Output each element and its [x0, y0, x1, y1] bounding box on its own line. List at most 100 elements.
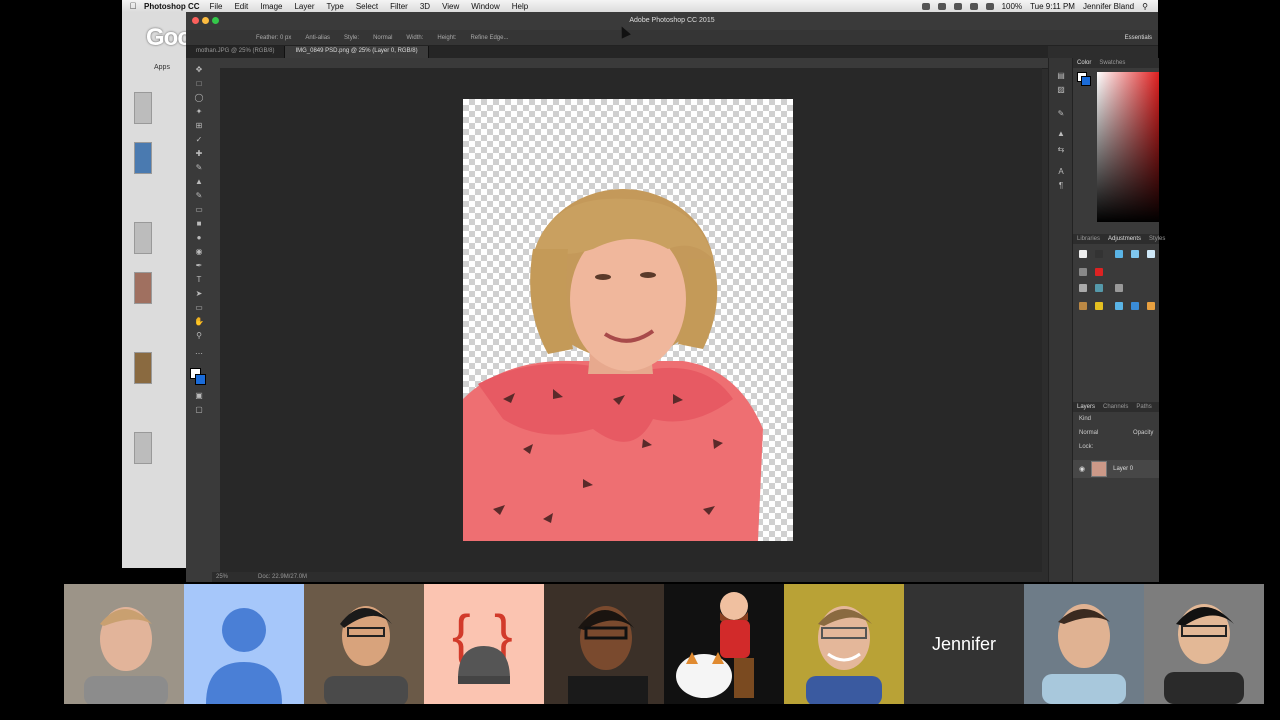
menu-window[interactable]: Window: [471, 2, 499, 11]
visibility-eye-icon[interactable]: ◉: [1079, 465, 1085, 473]
shape-tool-icon[interactable]: ▭: [194, 304, 204, 312]
zoom-level[interactable]: 25%: [216, 574, 228, 580]
clock[interactable]: Tue 9:11 PM: [1030, 2, 1075, 11]
menu-filter[interactable]: Filter: [390, 2, 408, 11]
style-swatch-icon[interactable]: [1115, 302, 1123, 310]
bluetooth-icon[interactable]: [969, 2, 978, 10]
dropbox-icon[interactable]: [921, 2, 930, 10]
style-swatch-icon[interactable]: [1147, 302, 1155, 310]
apps-link[interactable]: Apps: [154, 64, 170, 71]
participant-tile[interactable]: [784, 584, 904, 704]
participant-tile[interactable]: [664, 584, 784, 704]
style-swatch-icon[interactable]: [1095, 302, 1103, 310]
clone-source-icon[interactable]: ▲: [1056, 130, 1066, 138]
menu-3d[interactable]: 3D: [420, 2, 430, 11]
color-picker-field[interactable]: [1097, 72, 1159, 222]
menu-image[interactable]: Image: [260, 2, 282, 11]
minimize-button[interactable]: [202, 17, 209, 24]
adjust-panel-icon[interactable]: ⇆: [1056, 146, 1066, 154]
brush-tool-icon[interactable]: ✎: [194, 164, 204, 172]
close-button[interactable]: [192, 17, 199, 24]
brush-panel-icon[interactable]: ✎: [1056, 110, 1066, 118]
tab-layers[interactable]: Layers: [1077, 404, 1095, 410]
participant-tile[interactable]: [184, 584, 304, 704]
menu-help[interactable]: Help: [512, 2, 528, 11]
paragraph-panel-icon[interactable]: ¶: [1056, 182, 1066, 190]
dodge-icon[interactable]: ◉: [194, 248, 204, 256]
style-swatch-icon[interactable]: [1095, 250, 1103, 258]
zoom-button[interactable]: [212, 17, 219, 24]
anti-alias-checkbox[interactable]: Anti-alias: [305, 35, 330, 41]
style-swatch-icon[interactable]: [1131, 302, 1139, 310]
tab-channels[interactable]: Channels: [1103, 404, 1128, 410]
lasso-tool-icon[interactable]: ◯: [194, 94, 204, 102]
participant-tile[interactable]: [64, 584, 184, 704]
eyedropper-icon[interactable]: ✓: [194, 136, 204, 144]
width-field[interactable]: Width:: [406, 35, 423, 41]
healing-brush-icon[interactable]: ✚: [194, 150, 204, 158]
participant-tile[interactable]: [544, 584, 664, 704]
tab-libraries[interactable]: Libraries: [1077, 236, 1100, 242]
blur-icon[interactable]: ●: [194, 234, 204, 242]
menu-type[interactable]: Type: [326, 2, 343, 11]
chrome-icon[interactable]: [953, 2, 962, 10]
background-color-swatch[interactable]: [195, 374, 206, 385]
style-swatch-icon[interactable]: [1079, 302, 1087, 310]
hand-tool-icon[interactable]: ✋: [194, 318, 204, 326]
tab-swatches[interactable]: Swatches: [1099, 60, 1125, 66]
workspace-switcher[interactable]: Essentials: [1125, 35, 1152, 41]
menu-edit[interactable]: Edit: [234, 2, 248, 11]
refine-edge-button[interactable]: Refine Edge...: [470, 35, 508, 41]
style-swatch-icon[interactable]: [1147, 250, 1155, 258]
bg-color-chip[interactable]: [1081, 76, 1091, 86]
tab-color[interactable]: Color: [1077, 60, 1091, 66]
style-swatch-icon[interactable]: [1079, 268, 1087, 276]
history-brush-icon[interactable]: ✎: [194, 192, 204, 200]
spotlight-icon[interactable]: ⚲: [1142, 2, 1148, 11]
pen-tool-icon[interactable]: ✒: [194, 262, 204, 270]
tab-styles[interactable]: Styles: [1149, 236, 1165, 242]
menu-select[interactable]: Select: [356, 2, 378, 11]
app-menu[interactable]: Photoshop CC: [144, 2, 200, 11]
tab-adjustments[interactable]: Adjustments: [1108, 236, 1141, 242]
magic-wand-icon[interactable]: ✦: [194, 108, 204, 116]
tab-img0849[interactable]: IMG_0849 PSD.png @ 25% (Layer 0, RGB/8): [285, 46, 429, 58]
crop-tool-icon[interactable]: ⊞: [194, 122, 204, 130]
layer-kind-filter[interactable]: Kind: [1079, 416, 1091, 422]
clone-stamp-icon[interactable]: ▲: [194, 178, 204, 186]
participant-tile[interactable]: [1144, 584, 1264, 704]
participant-tile[interactable]: Jennifer: [904, 584, 1024, 704]
tab-mothan[interactable]: mothan.JPG @ 25% (RGB/8): [186, 46, 286, 58]
screen-mode-icon[interactable]: ▢: [194, 406, 204, 414]
menu-view[interactable]: View: [442, 2, 459, 11]
tab-paths[interactable]: Paths: [1136, 404, 1151, 410]
apple-icon[interactable]: : [122, 1, 144, 11]
user-name[interactable]: Jennifer Bland: [1083, 2, 1134, 11]
participant-tile[interactable]: [1024, 584, 1144, 704]
no-style-icon[interactable]: [1079, 250, 1087, 258]
style-swatch-icon[interactable]: [1115, 250, 1123, 258]
history-panel-icon[interactable]: ▤: [1056, 72, 1066, 80]
style-swatch-icon[interactable]: [1131, 250, 1139, 258]
layer-row[interactable]: ◉ Layer 0: [1073, 460, 1159, 478]
gradient-icon[interactable]: ■: [194, 220, 204, 228]
menu-layer[interactable]: Layer: [294, 2, 314, 11]
document-canvas[interactable]: [463, 99, 793, 541]
height-field[interactable]: Height:: [437, 35, 456, 41]
type-tool-icon[interactable]: T: [194, 276, 204, 284]
style-select[interactable]: Normal: [373, 35, 392, 41]
marquee-tool-icon[interactable]: □: [194, 80, 204, 88]
hangouts-icon[interactable]: [937, 2, 946, 10]
move-tool-icon[interactable]: ✥: [194, 66, 204, 74]
doc-size[interactable]: Doc: 22.9M/27.0M: [258, 574, 307, 580]
path-select-icon[interactable]: ➤: [194, 290, 204, 298]
blend-mode-select[interactable]: Normal: [1079, 430, 1098, 436]
properties-panel-icon[interactable]: ▨: [1056, 86, 1066, 94]
zoom-tool-icon[interactable]: ⚲: [194, 332, 204, 340]
background-browser-window[interactable]: Google Apps: [122, 12, 224, 568]
more-tools-icon[interactable]: ⋯: [194, 350, 204, 358]
participant-tile[interactable]: [304, 584, 424, 704]
feather-field[interactable]: Feather: 0 px: [256, 35, 291, 41]
style-swatch-icon[interactable]: [1115, 284, 1123, 292]
wifi-icon[interactable]: [985, 2, 994, 10]
